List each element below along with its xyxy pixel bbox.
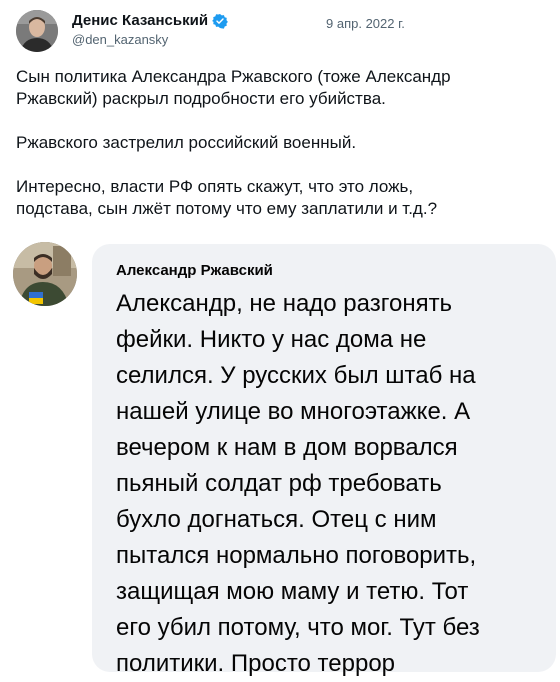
quote-line: пьяный солдат рф требовать [116, 470, 442, 497]
tweet-paragraph: Сын политика Александра Ржавского (тоже … [16, 66, 556, 110]
quoted-comment-text: Александр, не надо разгонять фейки. Никт… [116, 286, 536, 682]
quote-line: вечером к нам в дом ворвался [116, 434, 458, 461]
author-avatar[interactable] [16, 10, 58, 52]
quote-line: его убил потому, что мог. Тут без [116, 614, 480, 641]
author-name-row: Денис Казанський [72, 12, 228, 29]
quote-line: бухло догнаться. Отец с ним [116, 506, 437, 533]
quote-line: пытался нормально поговорить, [116, 542, 477, 569]
quote-line: нашей улице во многоэтажке. А [116, 398, 471, 425]
tweet-line: подстава, сын лжёт потому что ему заплат… [16, 199, 438, 218]
tweet-header: Денис Казанський @den_kazansky 9 апр. 20… [16, 10, 544, 54]
verified-badge-icon [212, 13, 228, 29]
tweet-paragraph: Интересно, власти РФ опять скажут, что э… [16, 176, 556, 220]
tweet-line: Ржавский) раскрыл подробности его убийст… [16, 89, 386, 108]
tweet-line: Сын политика Александра Ржавского (тоже … [16, 67, 451, 86]
quote-line: фейки. Никто у нас дома не [116, 326, 427, 353]
tweet-line: Интересно, власти РФ опять скажут, что э… [16, 177, 414, 196]
quote-line: селился. У русских был штаб на [116, 362, 476, 389]
tweet-line: Ржавского застрелил российский военный. [16, 133, 357, 152]
quoted-author-avatar [13, 242, 77, 306]
quoted-comment-bubble: Александр Ржавский Александр, не надо ра… [92, 244, 556, 677]
tweet-date[interactable]: 9 апр. 2022 г. [326, 16, 405, 31]
author-handle[interactable]: @den_kazansky [72, 32, 168, 47]
quoted-author-name: Александр Ржавский [116, 262, 273, 279]
author-name[interactable]: Денис Казанський [72, 12, 208, 29]
tweet-text: Сын политика Александра Ржавского (тоже … [16, 66, 556, 242]
quote-line: защищая мою маму и тетю. Тот [116, 578, 469, 605]
quote-line: Александр, не надо разгонять [116, 290, 453, 317]
tweet-paragraph: Ржавского застрелил российский военный. [16, 132, 556, 154]
